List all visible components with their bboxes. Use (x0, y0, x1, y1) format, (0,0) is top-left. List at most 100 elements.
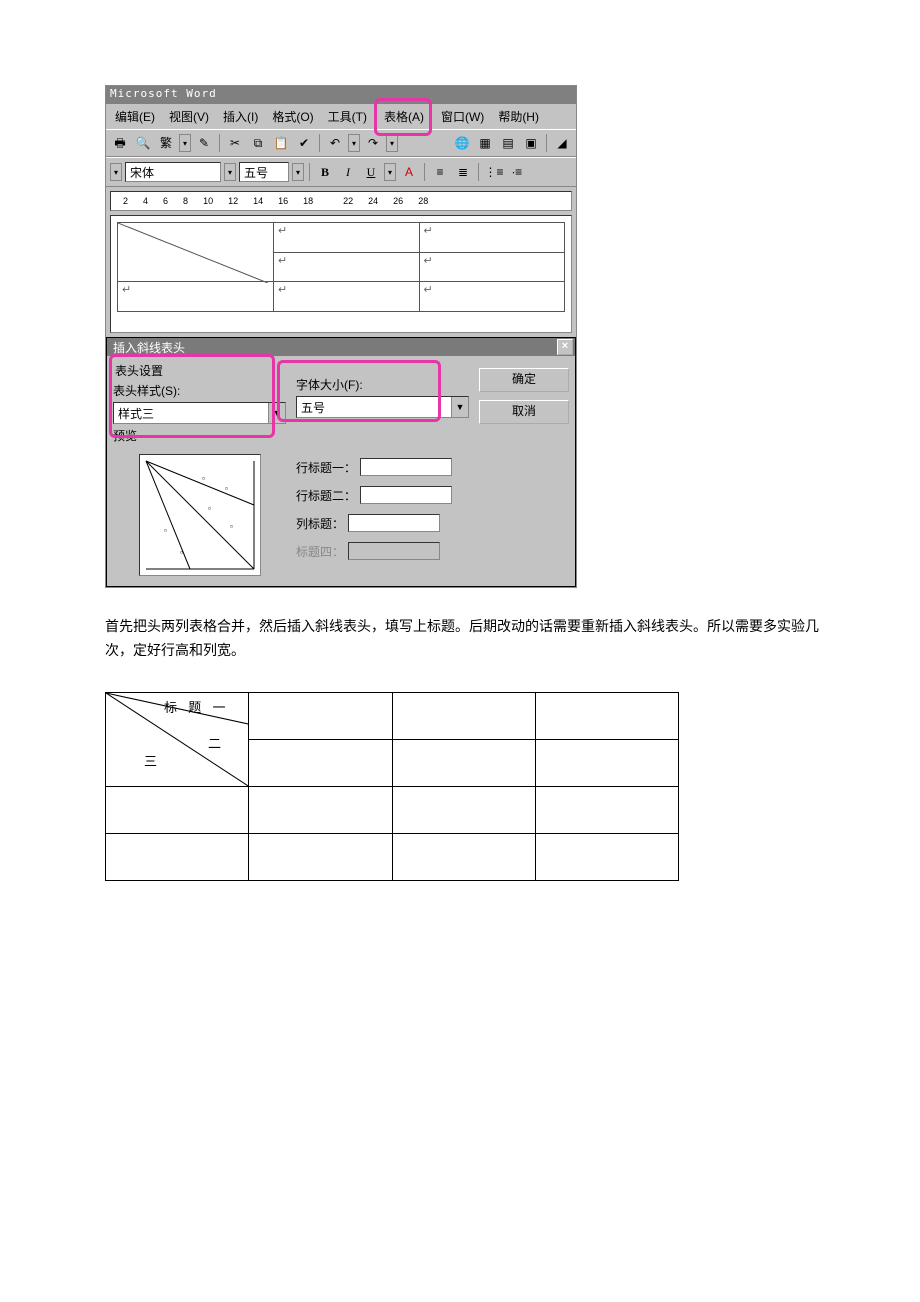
dropdown-icon[interactable]: ▾ (224, 163, 236, 181)
ruler-tick: 28 (418, 196, 428, 206)
ruler-tick: 22 (343, 196, 353, 206)
copy-icon[interactable]: ⧉ (248, 133, 268, 153)
menu-format[interactable]: 格式(O) (269, 106, 316, 127)
menubar[interactable]: 编辑(E) 视图(V) 插入(I) 格式(O) 工具(T) 表格(A) 窗口(W… (106, 104, 576, 129)
bulleted-list-icon[interactable]: ∙≡ (507, 162, 527, 182)
menu-help[interactable]: 帮助(H) (495, 106, 542, 127)
row-title-1-input[interactable] (360, 458, 452, 476)
print-icon[interactable]: 🖶 (110, 133, 130, 153)
format-painter-icon[interactable]: ✔ (294, 133, 314, 153)
table-cell (249, 786, 392, 833)
table-cell (106, 786, 249, 833)
show-grid-icon[interactable]: ▣ (521, 133, 541, 153)
font-name-value: 宋体 (130, 164, 154, 181)
table-cell (392, 786, 535, 833)
row-title-1-label: 行标题一： (296, 459, 356, 476)
undo-icon[interactable]: ↶ (325, 133, 345, 153)
brush-icon[interactable]: ✎ (194, 133, 214, 153)
standard-toolbar: 🖶 🔍 繁 ▾ ✎ ✂ ⧉ 📋 ✔ ↶ ▾ ↷ ▾ 🌐 ▦ ▤ ▣ ◢ (106, 129, 576, 157)
separator-icon (424, 163, 425, 181)
align-left-icon[interactable]: ≡ (430, 162, 450, 182)
menu-table-label: 表格(A) (381, 108, 427, 126)
svg-text:▫: ▫ (230, 522, 233, 531)
separator-icon (309, 163, 310, 181)
document-area[interactable]: ↵↵ ↵↵ ↵↵↵ (110, 215, 572, 333)
font-size-select[interactable]: 五号 (239, 162, 289, 182)
cancel-button[interactable]: 取消 (479, 400, 569, 424)
tables-borders-icon[interactable]: ▦ (475, 133, 495, 153)
cut-icon[interactable]: ✂ (225, 133, 245, 153)
style-label: 表头样式(S): (113, 382, 286, 399)
table-cell (535, 833, 678, 880)
dropdown-icon[interactable]: ▾ (292, 163, 304, 181)
dialog-titlebar[interactable]: 插入斜线表头 × (107, 338, 575, 356)
ruler-tick: 16 (278, 196, 288, 206)
italic-button[interactable]: I (338, 162, 358, 182)
svg-text:▫: ▫ (208, 504, 211, 513)
insert-table-icon[interactable]: ▤ (498, 133, 518, 153)
row-title-2-input[interactable] (360, 486, 452, 504)
traditional-icon[interactable]: 繁 (156, 133, 176, 153)
close-button[interactable]: × (557, 339, 573, 355)
menu-edit[interactable]: 编辑(E) (112, 106, 158, 127)
separator-icon (478, 163, 479, 181)
menu-window[interactable]: 窗口(W) (438, 106, 487, 127)
hyperlink-icon[interactable]: 🌐 (452, 133, 472, 153)
explanation-text: 首先把头两列表格合并，然后插入斜线表头，填写上标题。后期改动的话需要重新插入斜线… (105, 616, 820, 664)
font-name-select[interactable]: 宋体 (125, 162, 221, 182)
preview-icon[interactable]: 🔍 (133, 133, 153, 153)
dropdown-icon[interactable]: ▾ (348, 134, 360, 152)
table-cell (535, 739, 678, 786)
dropdown-icon[interactable]: ▾ (110, 163, 122, 181)
menu-insert[interactable]: 插入(I) (220, 106, 261, 127)
menu-tools[interactable]: 工具(T) (325, 106, 370, 127)
align-center-icon[interactable]: ≣ (453, 162, 473, 182)
header-style-field: 表头设置 表头样式(S): 样式三 ▼ 预览 (113, 362, 286, 444)
diagonal-header-cell: 标 题 一 二 三 (106, 692, 249, 786)
row-title-2-label: 行标题二： (296, 487, 356, 504)
title-4-field: 标题四： (296, 542, 469, 560)
result-table: 标 题 一 二 三 (105, 692, 679, 881)
bold-button[interactable]: B (315, 162, 335, 182)
ruler-tick: 2 (123, 196, 128, 206)
header-label-2: 二 (208, 733, 225, 752)
chevron-down-icon[interactable]: ▼ (268, 403, 285, 423)
title-4-label: 标题四： (296, 543, 344, 560)
dropdown-icon[interactable]: ▾ (179, 134, 191, 152)
fontsize-select[interactable]: 五号 ▼ (296, 396, 469, 418)
underline-button[interactable]: U (361, 162, 381, 182)
menu-view[interactable]: 视图(V) (166, 106, 212, 127)
dropdown-icon[interactable]: ▾ (384, 163, 396, 181)
separator-icon (319, 134, 320, 152)
ruler-tick: 18 (303, 196, 313, 206)
menu-table[interactable]: 表格(A) (378, 106, 430, 127)
word-app-window: Microsoft Word 编辑(E) 视图(V) 插入(I) 格式(O) 工… (105, 85, 577, 588)
app-title: Microsoft Word (110, 87, 217, 100)
table-cell (392, 739, 535, 786)
preview-box: ▫ ▫ ▫ ▫ ▫ ▫ (139, 454, 261, 576)
paste-icon[interactable]: 📋 (271, 133, 291, 153)
style-select[interactable]: 样式三 ▼ (113, 402, 286, 424)
font-size-field: 字体大小(F): 五号 ▼ (296, 362, 469, 444)
style-value: 样式三 (114, 403, 268, 423)
chevron-down-icon[interactable]: ▼ (451, 397, 468, 417)
font-color-button[interactable]: A (399, 162, 419, 182)
table-cell (392, 833, 535, 880)
col-title-input[interactable] (348, 514, 440, 532)
header-label-3: 三 (144, 751, 161, 770)
table-cell (249, 692, 392, 739)
numbered-list-icon[interactable]: ⋮≡ (484, 162, 504, 182)
diagonal-line-icon (118, 223, 268, 283)
drawing-icon[interactable]: ◢ (552, 133, 572, 153)
ruler-tick: 6 (163, 196, 168, 206)
dropdown-icon[interactable]: ▾ (386, 134, 398, 152)
formatting-toolbar: ▾ 宋体 ▾ 五号 ▾ B I U ▾ A ≡ ≣ ⋮≡ ∙≡ (106, 157, 576, 187)
app-titlebar: Microsoft Word (106, 86, 576, 104)
title-4-input (348, 542, 440, 560)
horizontal-ruler[interactable]: 2 4 6 8 10 12 14 16 18 22 24 26 28 (110, 191, 572, 211)
ruler-tick: 12 (228, 196, 238, 206)
svg-text:▫: ▫ (180, 548, 183, 557)
redo-icon[interactable]: ↷ (363, 133, 383, 153)
svg-text:▫: ▫ (225, 484, 228, 493)
ok-button[interactable]: 确定 (479, 368, 569, 392)
